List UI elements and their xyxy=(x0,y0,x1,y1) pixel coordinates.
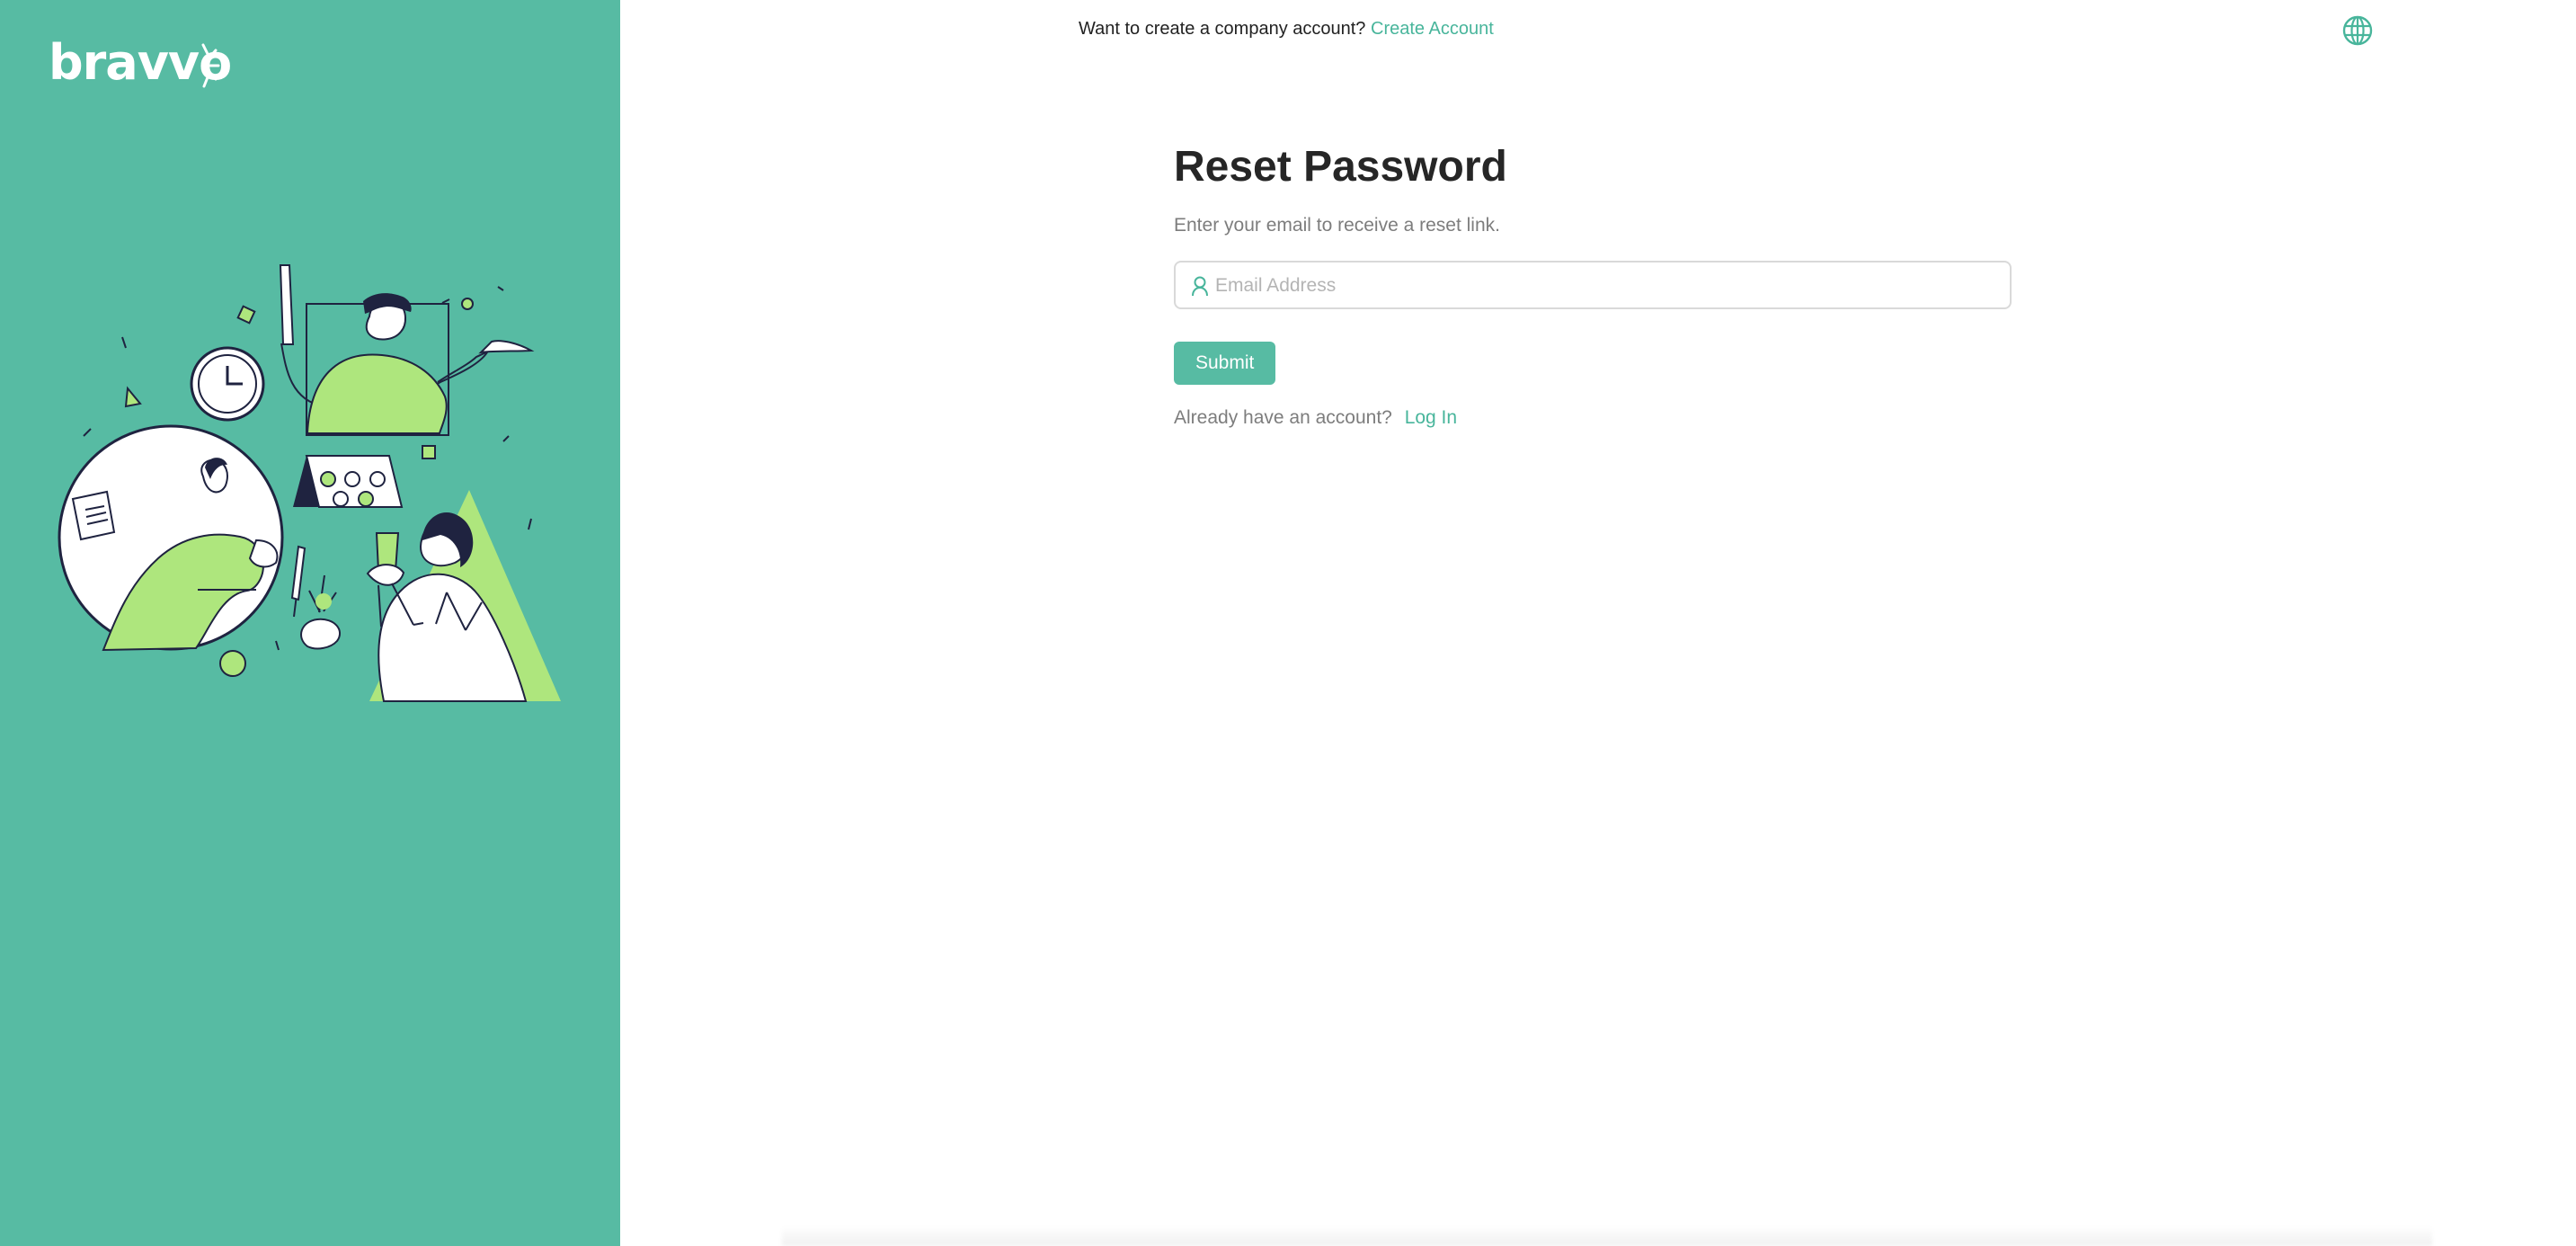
create-account-prompt-text: Want to create a company account? xyxy=(1079,19,1366,39)
globe-icon[interactable] xyxy=(2341,14,2374,47)
login-prompt-text: Already have an account? xyxy=(1174,407,1392,428)
team-collaboration-illustration xyxy=(58,264,561,702)
plant-vase-icon xyxy=(290,545,342,650)
form-subtitle: Enter your email to receive a reset link… xyxy=(1174,215,1500,236)
login-link[interactable]: Log In xyxy=(1405,407,1457,428)
email-field-wrapper[interactable] xyxy=(1174,261,2012,309)
clock-icon xyxy=(190,346,265,422)
brand-panel: bravvo xyxy=(0,0,620,1246)
login-prompt: Already have an account? Log In xyxy=(1174,405,2015,432)
presenter-person-icon xyxy=(279,264,535,436)
submit-button[interactable]: Submit xyxy=(1174,342,1276,385)
create-account-prompt: Want to create a company account? Create… xyxy=(1079,16,1494,41)
coffee-person-icon xyxy=(366,490,561,702)
page-title: Reset Password xyxy=(1174,143,1507,191)
logo-spark-icon xyxy=(201,43,220,88)
user-icon xyxy=(1192,276,1208,297)
reset-password-form: Reset Password Enter your email to recei… xyxy=(1174,135,2015,432)
bottom-shadow xyxy=(782,1226,2432,1246)
create-account-link[interactable]: Create Account xyxy=(1371,19,1494,39)
main-panel: Want to create a company account? Create… xyxy=(620,0,2576,1246)
calendar-icon xyxy=(293,455,404,508)
reading-person-icon xyxy=(58,424,284,652)
reset-password-page: bravvo Want to create a company account?… xyxy=(0,0,2576,1246)
email-field[interactable] xyxy=(1213,263,1990,309)
